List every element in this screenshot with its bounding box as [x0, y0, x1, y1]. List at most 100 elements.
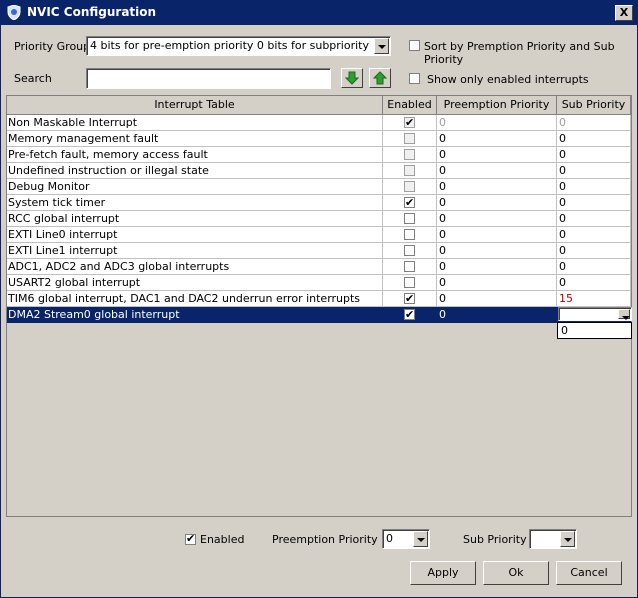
sort-by-priority-checkbox[interactable] — [409, 40, 420, 51]
sub-priority-dropdown-list: 0 — [557, 322, 632, 339]
preemption-priority-cell[interactable]: 0 — [437, 275, 557, 291]
sub-priority-cell[interactable]: 15 — [557, 291, 631, 307]
table-row[interactable]: Pre-fetch fault, memory access fault 0 0 — [7, 147, 631, 163]
enabled-cell[interactable] — [383, 291, 437, 307]
preemption-priority-cell[interactable]: 0 — [437, 131, 557, 147]
interrupt-table[interactable]: Interrupt Table Enabled Preemption Prior… — [6, 95, 632, 517]
table-row[interactable]: USART2 global interrupt 0 0 — [7, 275, 631, 291]
preemption-priority-cell[interactable]: 0 — [437, 259, 557, 275]
preemption-priority-cell[interactable]: 0 — [437, 211, 557, 227]
interrupt-name-cell[interactable]: EXTI Line0 interrupt — [7, 227, 383, 243]
table-row[interactable]: System tick timer 00 — [7, 195, 631, 211]
table-row[interactable]: TIM6 global interrupt, DAC1 and DAC2 und… — [7, 291, 631, 307]
enabled-cell[interactable] — [383, 179, 437, 195]
enabled-cell[interactable] — [383, 307, 437, 323]
ok-button[interactable]: Ok — [483, 561, 549, 585]
table-row[interactable]: Undefined instruction or illegal state 0 0 — [7, 163, 631, 179]
table-row[interactable]: EXTI Line1 interrupt 0 0 — [7, 243, 631, 259]
preemption-priority-cell[interactable]: 0 — [437, 227, 557, 243]
enabled-cell[interactable] — [383, 227, 437, 243]
table-row[interactable]: ADC1, ADC2 and ADC3 global interrupts 0 0 — [7, 259, 631, 275]
sub-priority-cell[interactable]: 0 — [557, 131, 631, 147]
sub-priority-cell[interactable]: 0 — [557, 227, 631, 243]
row-enabled-checkbox[interactable] — [404, 291, 415, 306]
enabled-cell[interactable] — [383, 243, 437, 259]
header-interrupt-table[interactable]: Interrupt Table — [7, 96, 383, 114]
table-row[interactable]: Memory management fault 0 0 — [7, 131, 631, 147]
priority-group-select[interactable]: 4 bits for pre-emption priority 0 bits f… — [86, 36, 391, 56]
interrupt-name-cell[interactable]: RCC global interrupt — [7, 211, 383, 227]
enabled-checkbox[interactable] — [185, 532, 196, 545]
enabled-cell[interactable] — [383, 115, 437, 131]
sub-priority-cell-select[interactable] — [558, 307, 632, 321]
row-enabled-checkbox[interactable] — [404, 195, 415, 210]
sub-priority-cell[interactable]: 0 — [557, 195, 631, 211]
interrupt-name-cell[interactable]: ADC1, ADC2 and ADC3 global interrupts — [7, 259, 383, 275]
preemption-priority-cell[interactable]: 0 — [437, 195, 557, 211]
table-row[interactable]: EXTI Line0 interrupt 0 0 — [7, 227, 631, 243]
apply-button[interactable]: Apply — [410, 561, 476, 585]
table-row[interactable]: DMA2 Stream0 global interrupt 0 — [7, 307, 631, 323]
row-enabled-checkbox[interactable] — [404, 213, 415, 224]
sub-priority-cell[interactable]: 0 — [557, 259, 631, 275]
chevron-down-icon[interactable] — [560, 531, 575, 547]
row-enabled-checkbox[interactable] — [404, 245, 415, 256]
interrupt-name-cell[interactable]: Non Maskable Interrupt — [7, 115, 383, 131]
search-next-button[interactable] — [341, 68, 363, 88]
row-enabled-checkbox[interactable] — [404, 307, 415, 322]
chevron-down-icon[interactable] — [413, 531, 428, 547]
interrupt-name-cell[interactable]: USART2 global interrupt — [7, 275, 383, 291]
enabled-cell[interactable] — [383, 275, 437, 291]
cancel-button[interactable]: Cancel — [556, 561, 622, 585]
enabled-cell[interactable] — [383, 131, 437, 147]
row-enabled-checkbox[interactable] — [404, 261, 415, 272]
preemption-priority-cell[interactable]: 0 — [437, 147, 557, 163]
row-enabled-checkbox[interactable] — [404, 229, 415, 240]
chevron-down-icon[interactable] — [618, 309, 630, 320]
header-enabled[interactable]: Enabled — [383, 96, 437, 114]
enabled-cell[interactable] — [383, 211, 437, 227]
sub-priority-select[interactable] — [529, 529, 577, 549]
row-enabled-checkbox[interactable] — [404, 277, 415, 288]
search-previous-button[interactable] — [369, 68, 391, 88]
dropdown-option[interactable]: 0 — [561, 324, 568, 337]
enabled-cell[interactable] — [383, 195, 437, 211]
row-enabled-checkbox — [404, 165, 415, 176]
enabled-cell[interactable] — [383, 147, 437, 163]
close-button[interactable]: X — [615, 5, 633, 21]
search-input[interactable] — [86, 68, 331, 89]
sub-priority-cell[interactable]: 0 — [557, 147, 631, 163]
sub-priority-cell[interactable]: 0 — [557, 163, 631, 179]
interrupt-name-cell[interactable]: Pre-fetch fault, memory access fault — [7, 147, 383, 163]
show-only-enabled-checkbox[interactable] — [409, 73, 420, 84]
window-title: NVIC Configuration — [27, 5, 157, 19]
enabled-cell[interactable] — [383, 163, 437, 179]
header-sub-priority[interactable]: Sub Priority — [557, 96, 631, 114]
sub-priority-cell[interactable]: 0 — [557, 275, 631, 291]
interrupt-name-cell[interactable]: Debug Monitor — [7, 179, 383, 195]
table-row[interactable]: Non Maskable Interrupt 00 — [7, 115, 631, 131]
header-preemption-priority[interactable]: Preemption Priority — [437, 96, 557, 114]
interrupt-name-cell[interactable]: DMA2 Stream0 global interrupt — [7, 307, 383, 323]
preemption-priority-cell[interactable]: 0 — [437, 243, 557, 259]
preemption-priority-cell[interactable]: 0 — [437, 163, 557, 179]
table-row[interactable]: RCC global interrupt 0 0 — [7, 211, 631, 227]
interrupt-name-cell[interactable]: EXTI Line1 interrupt — [7, 243, 383, 259]
sub-priority-cell[interactable]: 0 — [557, 243, 631, 259]
preemption-priority-cell[interactable]: 0 — [437, 307, 557, 323]
enabled-cell[interactable] — [383, 259, 437, 275]
table-row[interactable]: Debug Monitor 0 0 — [7, 179, 631, 195]
sub-priority-cell[interactable]: 0 — [557, 211, 631, 227]
title-bar: NVIC Configuration X — [1, 1, 637, 25]
preemption-priority-select[interactable]: 0 — [382, 529, 430, 549]
chevron-down-icon[interactable] — [374, 38, 389, 54]
sub-priority-cell[interactable]: 0 — [557, 115, 631, 131]
interrupt-name-cell[interactable]: Memory management fault — [7, 131, 383, 147]
preemption-priority-cell[interactable]: 0 — [437, 179, 557, 195]
preemption-priority-cell[interactable]: 0 — [437, 291, 557, 307]
interrupt-name-cell[interactable]: TIM6 global interrupt, DAC1 and DAC2 und… — [7, 291, 383, 307]
interrupt-name-cell[interactable]: System tick timer — [7, 195, 383, 211]
interrupt-name-cell[interactable]: Undefined instruction or illegal state — [7, 163, 383, 179]
sub-priority-cell[interactable]: 0 — [557, 179, 631, 195]
preemption-priority-cell[interactable]: 0 — [437, 115, 557, 131]
